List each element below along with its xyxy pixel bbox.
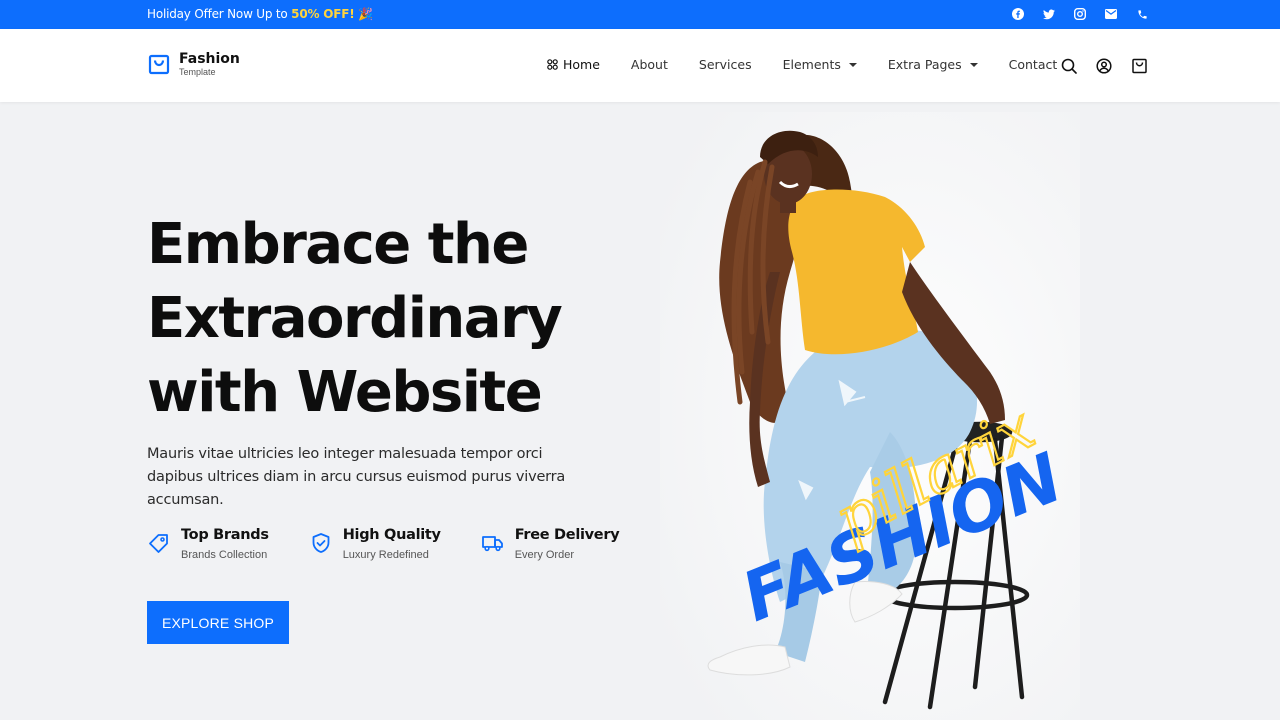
nav-home-label: Home — [563, 57, 600, 72]
caret-down-icon — [969, 62, 978, 67]
feature-subtitle: Every Order — [514, 549, 574, 561]
nav-extra-pages-label: Extra Pages — [887, 57, 962, 72]
nav-elements[interactable]: Elements — [783, 57, 857, 72]
offer-text: Holiday Offer Now Up to — [147, 7, 292, 21]
feature-subtitle: Brands Collection — [181, 549, 268, 561]
nav-contact-label: Contact — [1008, 57, 1058, 72]
hero-title: Embrace the Extraordinary with Website — [147, 208, 627, 430]
logo-brand: Fashion — [179, 51, 240, 67]
twitter-icon[interactable] — [1041, 6, 1057, 22]
nav-about[interactable]: About — [631, 57, 668, 72]
logo-subtitle: Template — [179, 67, 216, 77]
party-emoji: 🎉 — [358, 7, 373, 21]
tag-icon — [149, 534, 168, 553]
feature-title: High Quality — [342, 527, 441, 543]
feature-item: Free Delivery Every Order — [481, 525, 620, 563]
nav-home[interactable]: Home — [547, 57, 600, 72]
hero-title-line: with Website — [147, 360, 543, 425]
shield-check-icon — [312, 533, 330, 553]
holiday-offer-text: Holiday Offer Now Up to 50% OFF! 🎉 — [147, 7, 373, 21]
hero-title-line: Extraordinary — [147, 286, 563, 351]
explore-shop-button[interactable]: EXPLORE SHOP — [147, 601, 289, 644]
hero-model-image: FASHION pillarix — [640, 102, 1140, 720]
truck-icon — [481, 536, 503, 552]
nav-contact[interactable]: Contact — [1009, 57, 1058, 72]
header-actions — [1060, 57, 1148, 75]
cart-icon[interactable] — [1130, 57, 1148, 75]
feature-list: Top Brands Brands Collection High Qualit… — [147, 525, 659, 563]
shopping-bag-logo-icon — [148, 54, 170, 75]
feature-item: Top Brands Brands Collection — [147, 525, 269, 563]
social-links — [1010, 6, 1150, 22]
feature-item: High Quality Luxury Redefined — [309, 525, 441, 563]
nav-services[interactable]: Services — [699, 57, 752, 72]
nav-extra-pages[interactable]: Extra Pages — [888, 57, 978, 72]
hero-description: Mauris vitae ultricies leo integer males… — [147, 446, 566, 508]
offer-highlight: 50% OFF! — [291, 7, 355, 21]
hero-title-line: Embrace the — [147, 212, 529, 277]
mail-icon[interactable] — [1103, 6, 1119, 22]
instagram-icon[interactable] — [1072, 6, 1088, 22]
feature-title: Free Delivery — [514, 527, 620, 543]
grid-dots-icon — [547, 59, 558, 70]
facebook-icon[interactable] — [1010, 6, 1026, 22]
logo[interactable]: Fashion Template — [148, 51, 240, 77]
feature-subtitle: Luxury Redefined — [342, 549, 429, 561]
caret-down-icon — [848, 62, 857, 67]
nav-services-label: Services — [698, 57, 752, 72]
feature-title: Top Brands — [181, 527, 269, 543]
nav-elements-label: Elements — [782, 57, 841, 72]
main-nav: Home About Services Elements Extra Pages… — [547, 57, 1088, 72]
nav-about-label: About — [630, 57, 668, 72]
main-header: Fashion Template Home About Services Ele… — [0, 29, 1280, 102]
user-icon[interactable] — [1095, 57, 1113, 75]
top-announcement-bar: Holiday Offer Now Up to 50% OFF! 🎉 — [0, 0, 1280, 29]
search-icon[interactable] — [1060, 57, 1078, 75]
phone-icon[interactable] — [1134, 6, 1150, 22]
